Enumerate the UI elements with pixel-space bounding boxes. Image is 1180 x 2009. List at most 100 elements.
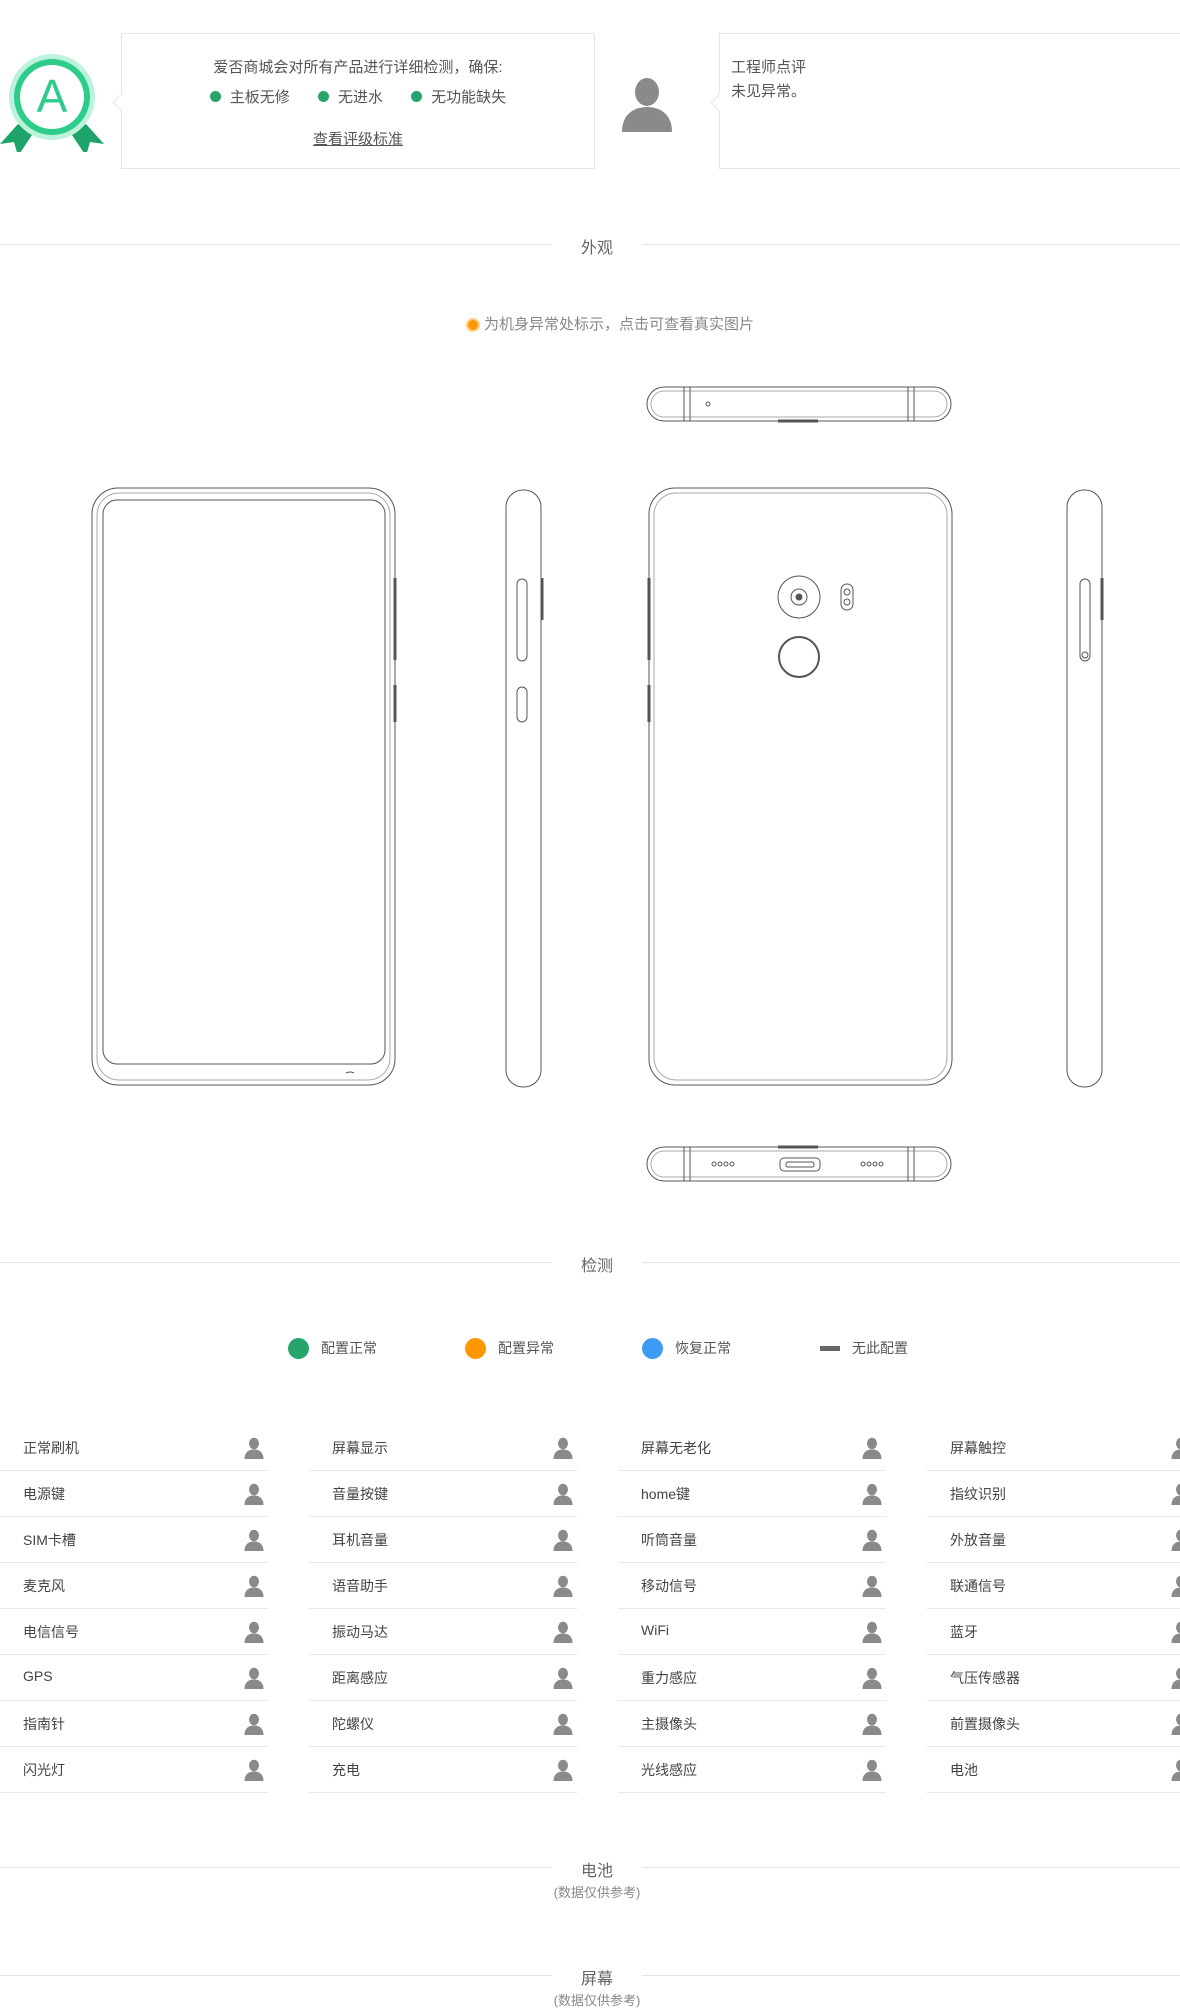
- check-label: 听筒音量: [641, 1532, 697, 1548]
- green-dot-icon: [411, 91, 423, 102]
- person-icon[interactable]: [862, 1621, 882, 1643]
- check-row: 指纹识别: [927, 1471, 1180, 1517]
- person-icon[interactable]: [553, 1575, 573, 1597]
- check-label: 音量按键: [332, 1486, 388, 1502]
- check-label: 耳机音量: [332, 1532, 388, 1548]
- check-label: 陀螺仪: [332, 1716, 374, 1732]
- rating-checks: 主板无修 无进水 无功能缺失: [122, 86, 594, 107]
- check-row: 听筒音量: [618, 1517, 886, 1563]
- check-row: 闪光灯: [0, 1747, 268, 1793]
- section-divider-detection: 检测: [0, 1250, 1180, 1290]
- check-label: 外放音量: [950, 1532, 1006, 1548]
- check-row: 语音助手: [309, 1563, 577, 1609]
- check-row: 距离感应: [309, 1655, 577, 1701]
- legend-item-abnormal: 配置异常: [465, 1336, 554, 1360]
- grading-standard-link[interactable]: 查看评级标准: [122, 128, 594, 149]
- check-row: SIM卡槽: [0, 1517, 268, 1563]
- green-dot-icon: [288, 1337, 309, 1359]
- person-icon[interactable]: [862, 1667, 882, 1689]
- person-icon[interactable]: [553, 1667, 573, 1689]
- person-icon[interactable]: [244, 1621, 264, 1643]
- check-row: 蓝牙: [927, 1609, 1180, 1655]
- check-row: home键: [618, 1471, 886, 1517]
- check-column-3: 屏幕无老化 home键 听筒音量 移动信号 WiFi 重力感应 主摄像头 光线感应: [618, 1425, 886, 1793]
- person-icon[interactable]: [862, 1529, 882, 1551]
- check-label: 振动马达: [332, 1624, 388, 1640]
- check-label: 正常刷机: [23, 1440, 79, 1456]
- legend-item-normal: 配置正常: [288, 1336, 377, 1360]
- phone-back-view: [647, 487, 953, 1086]
- check-row: 屏幕触控: [927, 1425, 1180, 1471]
- check-column-1: 正常刷机电源键 SIM卡槽 麦克风 电信信号 GPS 指南针 闪光灯: [0, 1425, 268, 1793]
- person-icon[interactable]: [862, 1483, 882, 1505]
- anomaly-hint: 为机身异常处标示，点击可查看真实图片: [0, 313, 1180, 334]
- check-label: home键: [641, 1486, 691, 1502]
- phone-top-view: [646, 386, 952, 423]
- person-icon[interactable]: [244, 1575, 264, 1597]
- person-icon[interactable]: [862, 1759, 882, 1781]
- section-title-appearance: 外观: [580, 240, 613, 257]
- check-row: 气压传感器: [927, 1655, 1180, 1701]
- check-row: 麦克风: [0, 1563, 268, 1609]
- person-icon[interactable]: [553, 1483, 573, 1505]
- person-icon[interactable]: [244, 1759, 264, 1781]
- person-icon[interactable]: [244, 1713, 264, 1735]
- phone-right-side-view: [1066, 489, 1104, 1088]
- phone-diagram: [91, 386, 1104, 1182]
- person-icon[interactable]: [1171, 1667, 1180, 1689]
- section-title-detection: 检测: [580, 1258, 613, 1275]
- legend-item-restored: 恢复正常: [642, 1336, 731, 1360]
- person-icon[interactable]: [244, 1529, 264, 1551]
- orange-marker-icon: [465, 318, 480, 332]
- person-icon[interactable]: [244, 1437, 264, 1459]
- section-divider-screen: 屏幕 (数据仅供参考): [0, 1963, 1180, 2008]
- check-row: 电池: [927, 1747, 1180, 1793]
- green-dot-icon: [317, 91, 329, 102]
- person-icon[interactable]: [1171, 1759, 1180, 1781]
- check-row: 前置摄像头: [927, 1701, 1180, 1747]
- person-icon[interactable]: [553, 1529, 573, 1551]
- phone-front-view: [91, 487, 397, 1086]
- check-label: 重力感应: [641, 1670, 697, 1686]
- person-icon[interactable]: [862, 1575, 882, 1597]
- person-icon[interactable]: [1171, 1437, 1180, 1459]
- check-label: 气压传感器: [950, 1670, 1020, 1686]
- person-icon[interactable]: [862, 1437, 882, 1459]
- check-label: 距离感应: [332, 1670, 388, 1686]
- person-icon[interactable]: [1171, 1529, 1180, 1551]
- person-icon[interactable]: [1171, 1483, 1180, 1505]
- person-icon[interactable]: [553, 1437, 573, 1459]
- person-icon[interactable]: [1171, 1621, 1180, 1643]
- blue-dot-icon: [642, 1337, 663, 1359]
- check-column-2: 屏幕显示 音量按键 耳机音量 语音助手 振动马达 距离感应 陀螺仪 充电: [309, 1425, 577, 1793]
- rating-check-item: 无进水: [317, 86, 383, 107]
- person-icon[interactable]: [553, 1759, 573, 1781]
- person-icon[interactable]: [862, 1713, 882, 1735]
- section-divider-appearance: 外观: [0, 232, 1180, 272]
- section-divider-battery: 电池 (数据仅供参考): [0, 1855, 1180, 1900]
- check-row: GPS: [0, 1655, 268, 1701]
- engineer-comment-text: 未见异常。: [731, 83, 807, 100]
- check-row: 充电: [309, 1747, 577, 1793]
- check-label: 指纹识别: [950, 1486, 1006, 1502]
- orange-dot-icon: [465, 1337, 486, 1359]
- rating-info-box: 爱否商城会对所有产品进行详细检测，确保: 主板无修 无进水 无功能缺失 查看评级…: [121, 33, 595, 169]
- person-icon[interactable]: [1171, 1713, 1180, 1735]
- check-row: 音量按键: [309, 1471, 577, 1517]
- person-icon[interactable]: [244, 1667, 264, 1689]
- check-label: 屏幕触控: [950, 1440, 1006, 1456]
- legend-item-not-configured: 无此配置: [820, 1336, 908, 1360]
- check-row: 光线感应: [618, 1747, 886, 1793]
- person-icon[interactable]: [1171, 1575, 1180, 1597]
- person-icon[interactable]: [244, 1483, 264, 1505]
- check-label: 电源键: [23, 1486, 65, 1502]
- person-icon[interactable]: [553, 1713, 573, 1735]
- check-row: 陀螺仪: [309, 1701, 577, 1747]
- check-row: 电信信号: [0, 1609, 268, 1655]
- check-row: 指南针: [0, 1701, 268, 1747]
- check-label: 蓝牙: [950, 1624, 978, 1640]
- person-icon[interactable]: [553, 1621, 573, 1643]
- check-label: 联通信号: [950, 1578, 1006, 1594]
- rating-description: 爱否商城会对所有产品进行详细检测，确保:: [213, 59, 503, 76]
- svg-text:A: A: [37, 70, 68, 122]
